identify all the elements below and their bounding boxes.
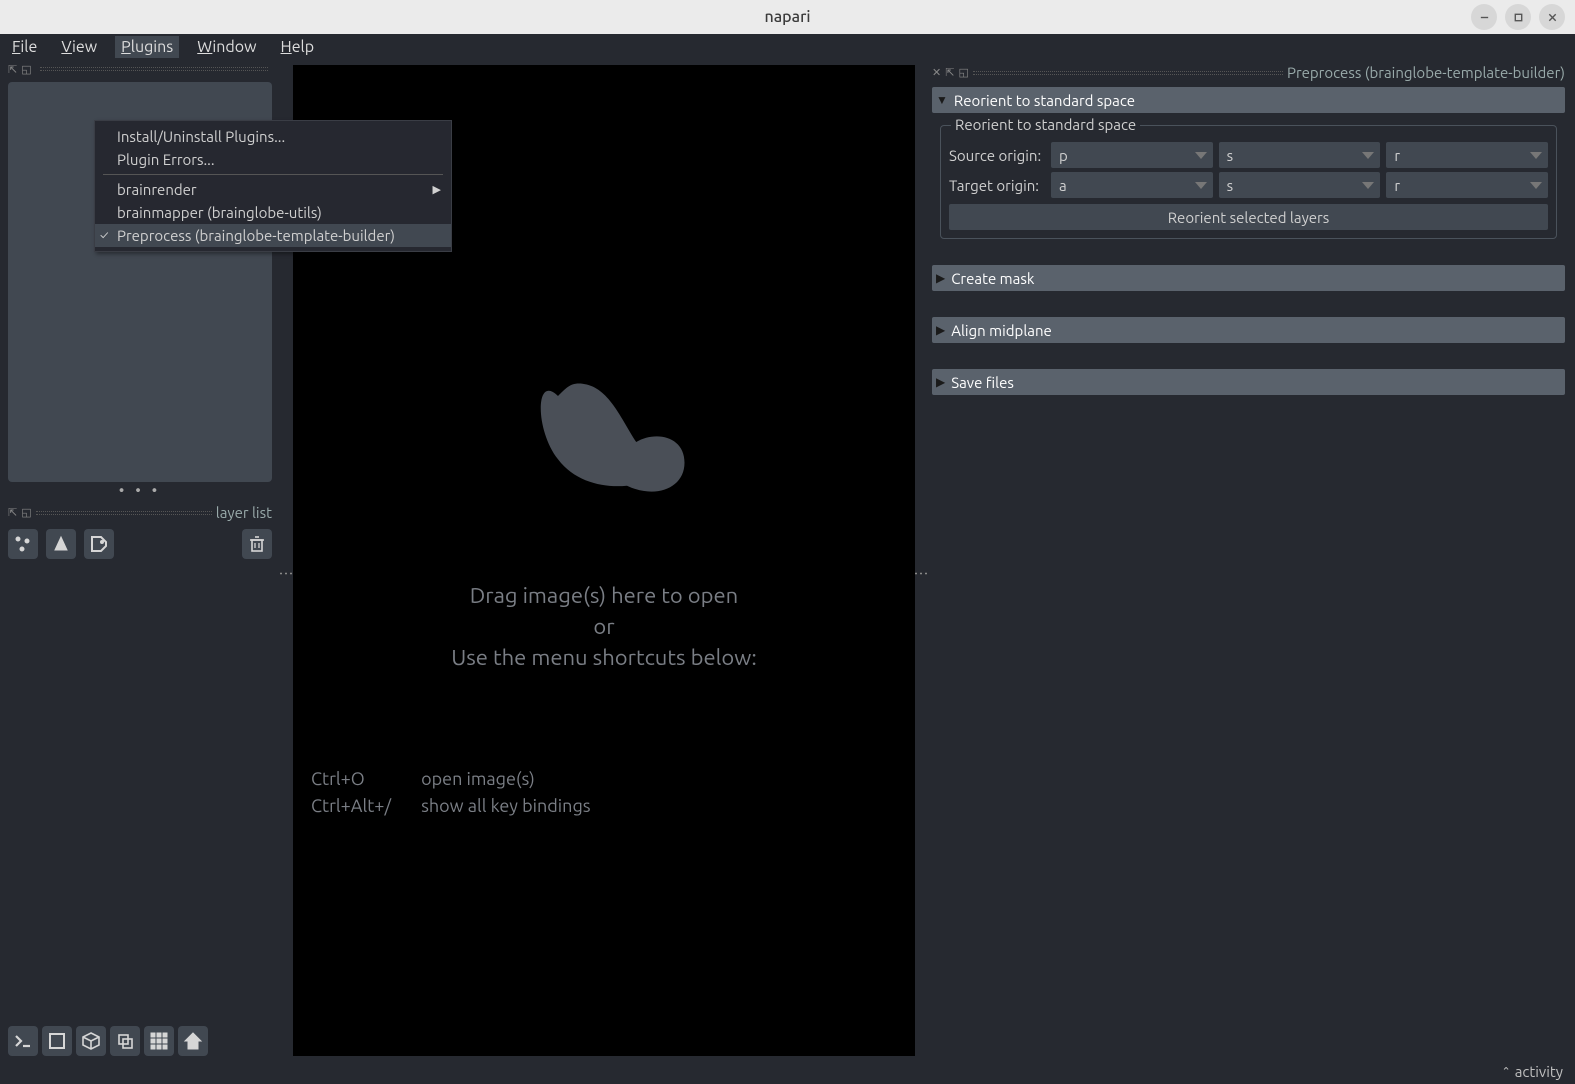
source-origin-a-select[interactable]: p — [1051, 142, 1213, 168]
layer-list-label: layer list — [216, 504, 272, 521]
layer-list-dock-header: ⇱ ◱ layer list — [8, 504, 272, 521]
chevron-up-icon: ⌃ — [1501, 1065, 1510, 1078]
window-title: napari — [765, 8, 811, 26]
grid-button[interactable] — [144, 1026, 174, 1056]
target-origin-a-select[interactable]: a — [1051, 172, 1213, 198]
new-labels-button[interactable] — [84, 529, 114, 559]
viewer-buttons — [8, 1026, 208, 1056]
layer-controls-dock-header: ⇱ ◱ — [8, 62, 272, 76]
expand-icon[interactable]: ◱ — [21, 63, 31, 76]
menu-view[interactable]: View — [55, 36, 103, 58]
plugins-errors-item[interactable]: Plugin Errors... — [95, 148, 451, 171]
canvas-hint-text: Drag image(s) here to open or Use the me… — [451, 581, 757, 673]
new-points-button[interactable] — [8, 529, 38, 559]
expand-icon[interactable]: ◱ — [958, 66, 968, 79]
canvas-shortcuts: Ctrl+Oopen image(s) Ctrl+Alt+/show all k… — [309, 765, 621, 821]
detach-icon[interactable]: ⇱ — [8, 63, 17, 76]
section-align-header[interactable]: Align midplane — [932, 317, 1565, 343]
menu-help[interactable]: Help — [275, 36, 321, 58]
section-reorient-body: Reorient to standard space Source origin… — [940, 125, 1557, 239]
transpose-button[interactable] — [110, 1026, 140, 1056]
activity-button[interactable]: ⌃ activity — [1501, 1063, 1563, 1080]
plugins-install-item[interactable]: Install/Uninstall Plugins... — [95, 125, 451, 148]
detach-icon[interactable]: ⇱ — [8, 506, 17, 519]
minimize-button[interactable] — [1471, 4, 1497, 30]
right-dock-header: ✕ ⇱ ◱ Preprocess (brainglobe-template-bu… — [932, 64, 1565, 81]
reorient-group-title: Reorient to standard space — [951, 116, 1140, 133]
console-button[interactable] — [8, 1026, 38, 1056]
title-bar: napari — [0, 0, 1575, 34]
section-create-mask-header[interactable]: Create mask — [932, 265, 1565, 291]
close-button[interactable] — [1539, 4, 1565, 30]
roll-button[interactable] — [76, 1026, 106, 1056]
menu-bar: File View Plugins Window Help — [0, 34, 1575, 60]
section-reorient-header[interactable]: Reorient to standard space — [932, 87, 1565, 113]
close-dock-icon[interactable]: ✕ — [932, 66, 941, 79]
detach-icon[interactable]: ⇱ — [945, 66, 954, 79]
plugins-brainrender-item[interactable]: brainrender ▶ — [95, 178, 451, 201]
plugins-brainmapper-item[interactable]: brainmapper (brainglobe-utils) — [95, 201, 451, 224]
home-button[interactable] — [178, 1026, 208, 1056]
delete-layer-button[interactable] — [242, 529, 272, 559]
plugins-dropdown-menu: Install/Uninstall Plugins... Plugin Erro… — [94, 120, 452, 252]
expand-icon[interactable]: ◱ — [21, 506, 31, 519]
source-origin-c-select[interactable]: r — [1386, 142, 1548, 168]
target-origin-b-select[interactable]: s — [1219, 172, 1381, 198]
ndisplay-button[interactable] — [42, 1026, 72, 1056]
menu-file[interactable]: File — [6, 36, 43, 58]
dock-title: Preprocess (brainglobe-template-builder) — [1287, 64, 1565, 81]
new-shapes-button[interactable] — [46, 529, 76, 559]
menu-window[interactable]: Window — [191, 36, 262, 58]
maximize-button[interactable] — [1505, 4, 1531, 30]
submenu-arrow-icon: ▶ — [433, 183, 441, 196]
source-origin-label: Source origin: — [949, 147, 1045, 164]
plugins-preprocess-item[interactable]: ✓ Preprocess (brainglobe-template-builde… — [95, 224, 451, 247]
menu-plugins[interactable]: Plugins — [115, 36, 179, 58]
target-origin-c-select[interactable]: r — [1386, 172, 1548, 198]
menu-separator — [103, 174, 443, 175]
section-save-header[interactable]: Save files — [932, 369, 1565, 395]
overflow-dots[interactable]: • • • — [85, 482, 195, 498]
target-origin-label: Target origin: — [949, 177, 1045, 194]
source-origin-b-select[interactable]: s — [1219, 142, 1381, 168]
check-icon: ✓ — [100, 229, 108, 242]
reorient-button[interactable]: Reorient selected layers — [949, 204, 1548, 230]
right-panel: ✕ ⇱ ◱ Preprocess (brainglobe-template-bu… — [928, 60, 1575, 1084]
napari-logo-icon — [489, 327, 719, 557]
right-drag-handle[interactable]: ⋮ — [915, 60, 928, 1084]
